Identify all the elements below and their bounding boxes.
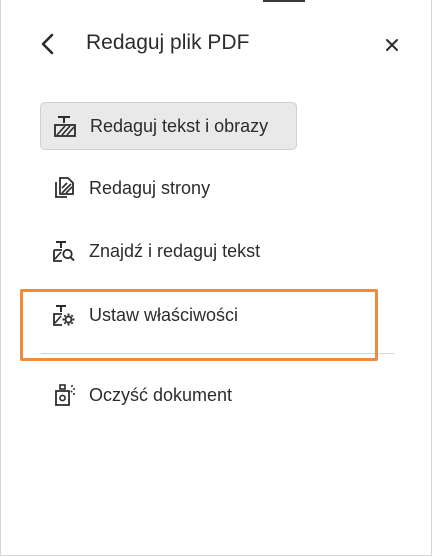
chevron-left-icon xyxy=(41,33,54,55)
panel-header: Redaguj plik PDF xyxy=(1,24,431,64)
menu-item-label: Ustaw właściwości xyxy=(89,304,239,325)
divider xyxy=(41,353,394,354)
menu-item-label: Redaguj strony xyxy=(89,177,211,198)
close-icon xyxy=(386,39,398,51)
redact-pdf-panel: Redaguj plik PDF Redaguj tekst i obrazy xyxy=(0,0,432,556)
panel-title: Redaguj plik PDF xyxy=(86,31,250,54)
find-redact-icon xyxy=(51,238,77,264)
redact-pages-icon xyxy=(51,175,77,201)
close-button[interactable] xyxy=(377,30,407,60)
menu-item-set-properties[interactable]: Ustaw właściwości xyxy=(40,291,297,339)
sanitize-document-icon xyxy=(51,382,77,408)
redaction-properties-icon xyxy=(51,302,77,328)
menu-item-redact-text-images[interactable]: Redaguj tekst i obrazy xyxy=(40,102,297,150)
menu-item-label: Redaguj tekst i obrazy xyxy=(90,115,269,136)
menu-item-redact-pages[interactable]: Redaguj strony xyxy=(40,164,297,212)
menu-item-label: Znajdź i redaguj tekst xyxy=(89,240,261,261)
top-tab-indicator xyxy=(263,0,305,2)
menu-item-sanitize-document[interactable]: Oczyść dokument xyxy=(40,371,297,419)
back-button[interactable] xyxy=(33,28,63,60)
redact-text-image-icon xyxy=(52,113,78,139)
menu-item-find-redact-text[interactable]: Znajdź i redaguj tekst xyxy=(40,227,297,275)
menu-item-label: Oczyść dokument xyxy=(89,384,233,405)
